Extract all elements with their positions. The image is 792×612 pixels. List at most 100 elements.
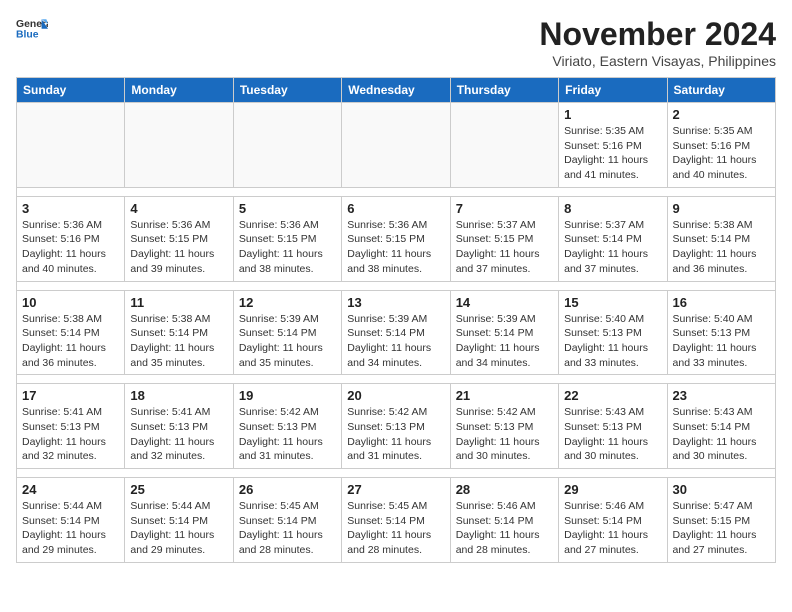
day-number: 7 bbox=[456, 201, 553, 216]
logo-icon: General Blue bbox=[16, 16, 48, 44]
day-info: Sunrise: 5:37 AM Sunset: 5:14 PM Dayligh… bbox=[564, 218, 661, 277]
day-info: Sunrise: 5:35 AM Sunset: 5:16 PM Dayligh… bbox=[673, 124, 770, 183]
title-area: November 2024 Viriato, Eastern Visayas, … bbox=[539, 16, 776, 69]
day-info: Sunrise: 5:42 AM Sunset: 5:13 PM Dayligh… bbox=[239, 405, 336, 464]
day-number: 12 bbox=[239, 295, 336, 310]
day-number: 21 bbox=[456, 388, 553, 403]
weekday-header-tuesday: Tuesday bbox=[233, 78, 341, 103]
day-number: 15 bbox=[564, 295, 661, 310]
day-number: 30 bbox=[673, 482, 770, 497]
day-number: 5 bbox=[239, 201, 336, 216]
day-number: 6 bbox=[347, 201, 444, 216]
day-info: Sunrise: 5:36 AM Sunset: 5:15 PM Dayligh… bbox=[239, 218, 336, 277]
calendar-cell: 10 Sunrise: 5:38 AM Sunset: 5:14 PM Dayli… bbox=[17, 290, 125, 375]
calendar-cell: 20Sunrise: 5:42 AM Sunset: 5:13 PM Dayli… bbox=[342, 384, 450, 469]
day-info: Sunrise: 5:45 AM Sunset: 5:14 PM Dayligh… bbox=[239, 499, 336, 558]
calendar-cell: 8 Sunrise: 5:37 AM Sunset: 5:14 PM Daylig… bbox=[559, 196, 667, 281]
day-number: 25 bbox=[130, 482, 227, 497]
calendar-cell: 17 Sunrise: 5:41 AM Sunset: 5:13 PM Dayli… bbox=[17, 384, 125, 469]
calendar-cell: 18 Sunrise: 5:41 AM Sunset: 5:13 PM Dayli… bbox=[125, 384, 233, 469]
calendar-cell: 11 Sunrise: 5:38 AM Sunset: 5:14 PM Dayli… bbox=[125, 290, 233, 375]
header: General Blue November 2024 Viriato, East… bbox=[16, 16, 776, 69]
day-info: Sunrise: 5:43 AM Sunset: 5:13 PM Dayligh… bbox=[564, 405, 661, 464]
day-number: 13 bbox=[347, 295, 444, 310]
day-number: 20 bbox=[347, 388, 444, 403]
calendar-cell bbox=[233, 103, 341, 188]
week-row-2: 3 Sunrise: 5:36 AM Sunset: 5:16 PM Daylig… bbox=[17, 196, 776, 281]
calendar-cell: 14Sunrise: 5:39 AM Sunset: 5:14 PM Dayli… bbox=[450, 290, 558, 375]
day-info: Sunrise: 5:46 AM Sunset: 5:14 PM Dayligh… bbox=[564, 499, 661, 558]
calendar-cell: 9Sunrise: 5:38 AM Sunset: 5:14 PM Daylig… bbox=[667, 196, 775, 281]
day-info: Sunrise: 5:46 AM Sunset: 5:14 PM Dayligh… bbox=[456, 499, 553, 558]
weekday-header-monday: Monday bbox=[125, 78, 233, 103]
day-number: 17 bbox=[22, 388, 119, 403]
day-info: Sunrise: 5:38 AM Sunset: 5:14 PM Dayligh… bbox=[130, 312, 227, 371]
day-info: Sunrise: 5:36 AM Sunset: 5:16 PM Dayligh… bbox=[22, 218, 119, 277]
weekday-header-friday: Friday bbox=[559, 78, 667, 103]
calendar-cell: 4Sunrise: 5:36 AM Sunset: 5:15 PM Daylig… bbox=[125, 196, 233, 281]
day-info: Sunrise: 5:37 AM Sunset: 5:15 PM Dayligh… bbox=[456, 218, 553, 277]
day-number: 10 bbox=[22, 295, 119, 310]
day-number: 3 bbox=[22, 201, 119, 216]
week-row-1: 1 Sunrise: 5:35 AM Sunset: 5:16 PM Daylig… bbox=[17, 103, 776, 188]
day-info: Sunrise: 5:39 AM Sunset: 5:14 PM Dayligh… bbox=[347, 312, 444, 371]
calendar-cell: 13 Sunrise: 5:39 AM Sunset: 5:14 PM Dayli… bbox=[342, 290, 450, 375]
calendar-cell: 25Sunrise: 5:44 AM Sunset: 5:14 PM Dayli… bbox=[125, 478, 233, 563]
week-spacer bbox=[17, 281, 776, 290]
calendar-cell: 5 Sunrise: 5:36 AM Sunset: 5:15 PM Daylig… bbox=[233, 196, 341, 281]
day-info: Sunrise: 5:41 AM Sunset: 5:13 PM Dayligh… bbox=[22, 405, 119, 464]
day-number: 29 bbox=[564, 482, 661, 497]
calendar-cell: 12Sunrise: 5:39 AM Sunset: 5:14 PM Dayli… bbox=[233, 290, 341, 375]
calendar-cell: 7 Sunrise: 5:37 AM Sunset: 5:15 PM Daylig… bbox=[450, 196, 558, 281]
weekday-header-saturday: Saturday bbox=[667, 78, 775, 103]
day-number: 8 bbox=[564, 201, 661, 216]
week-row-3: 10 Sunrise: 5:38 AM Sunset: 5:14 PM Dayli… bbox=[17, 290, 776, 375]
day-number: 23 bbox=[673, 388, 770, 403]
day-info: Sunrise: 5:41 AM Sunset: 5:13 PM Dayligh… bbox=[130, 405, 227, 464]
weekday-header-sunday: Sunday bbox=[17, 78, 125, 103]
day-number: 9 bbox=[673, 201, 770, 216]
logo: General Blue bbox=[16, 16, 48, 44]
day-number: 2 bbox=[673, 107, 770, 122]
svg-text:Blue: Blue bbox=[16, 30, 39, 41]
calendar-header-row: SundayMondayTuesdayWednesdayThursdayFrid… bbox=[17, 78, 776, 103]
day-number: 1 bbox=[564, 107, 661, 122]
calendar-cell bbox=[342, 103, 450, 188]
calendar-cell: 28 Sunrise: 5:46 AM Sunset: 5:14 PM Dayli… bbox=[450, 478, 558, 563]
calendar-cell: 19 Sunrise: 5:42 AM Sunset: 5:13 PM Dayli… bbox=[233, 384, 341, 469]
day-info: Sunrise: 5:45 AM Sunset: 5:14 PM Dayligh… bbox=[347, 499, 444, 558]
calendar-cell bbox=[450, 103, 558, 188]
day-info: Sunrise: 5:38 AM Sunset: 5:14 PM Dayligh… bbox=[22, 312, 119, 371]
calendar-cell: 30 Sunrise: 5:47 AM Sunset: 5:15 PM Dayli… bbox=[667, 478, 775, 563]
day-info: Sunrise: 5:43 AM Sunset: 5:14 PM Dayligh… bbox=[673, 405, 770, 464]
calendar-cell: 24 Sunrise: 5:44 AM Sunset: 5:14 PM Dayli… bbox=[17, 478, 125, 563]
day-info: Sunrise: 5:44 AM Sunset: 5:14 PM Dayligh… bbox=[22, 499, 119, 558]
week-row-5: 24 Sunrise: 5:44 AM Sunset: 5:14 PM Dayli… bbox=[17, 478, 776, 563]
day-info: Sunrise: 5:47 AM Sunset: 5:15 PM Dayligh… bbox=[673, 499, 770, 558]
day-info: Sunrise: 5:36 AM Sunset: 5:15 PM Dayligh… bbox=[130, 218, 227, 277]
calendar-cell: 22 Sunrise: 5:43 AM Sunset: 5:13 PM Dayli… bbox=[559, 384, 667, 469]
day-number: 18 bbox=[130, 388, 227, 403]
day-info: Sunrise: 5:36 AM Sunset: 5:15 PM Dayligh… bbox=[347, 218, 444, 277]
calendar-cell: 15 Sunrise: 5:40 AM Sunset: 5:13 PM Dayli… bbox=[559, 290, 667, 375]
day-number: 11 bbox=[130, 295, 227, 310]
calendar-cell: 3 Sunrise: 5:36 AM Sunset: 5:16 PM Daylig… bbox=[17, 196, 125, 281]
day-number: 14 bbox=[456, 295, 553, 310]
day-number: 24 bbox=[22, 482, 119, 497]
calendar-cell: 6 Sunrise: 5:36 AM Sunset: 5:15 PM Daylig… bbox=[342, 196, 450, 281]
calendar-cell: 21 Sunrise: 5:42 AM Sunset: 5:13 PM Dayli… bbox=[450, 384, 558, 469]
day-number: 28 bbox=[456, 482, 553, 497]
day-info: Sunrise: 5:40 AM Sunset: 5:13 PM Dayligh… bbox=[673, 312, 770, 371]
day-number: 22 bbox=[564, 388, 661, 403]
calendar-table: SundayMondayTuesdayWednesdayThursdayFrid… bbox=[16, 77, 776, 563]
calendar-cell: 16 Sunrise: 5:40 AM Sunset: 5:13 PM Dayli… bbox=[667, 290, 775, 375]
week-spacer bbox=[17, 469, 776, 478]
month-title: November 2024 bbox=[539, 16, 776, 53]
day-number: 16 bbox=[673, 295, 770, 310]
day-info: Sunrise: 5:42 AM Sunset: 5:13 PM Dayligh… bbox=[456, 405, 553, 464]
calendar-cell bbox=[17, 103, 125, 188]
day-number: 19 bbox=[239, 388, 336, 403]
day-info: Sunrise: 5:40 AM Sunset: 5:13 PM Dayligh… bbox=[564, 312, 661, 371]
calendar-cell: 27Sunrise: 5:45 AM Sunset: 5:14 PM Dayli… bbox=[342, 478, 450, 563]
calendar-cell: 23 Sunrise: 5:43 AM Sunset: 5:14 PM Dayli… bbox=[667, 384, 775, 469]
